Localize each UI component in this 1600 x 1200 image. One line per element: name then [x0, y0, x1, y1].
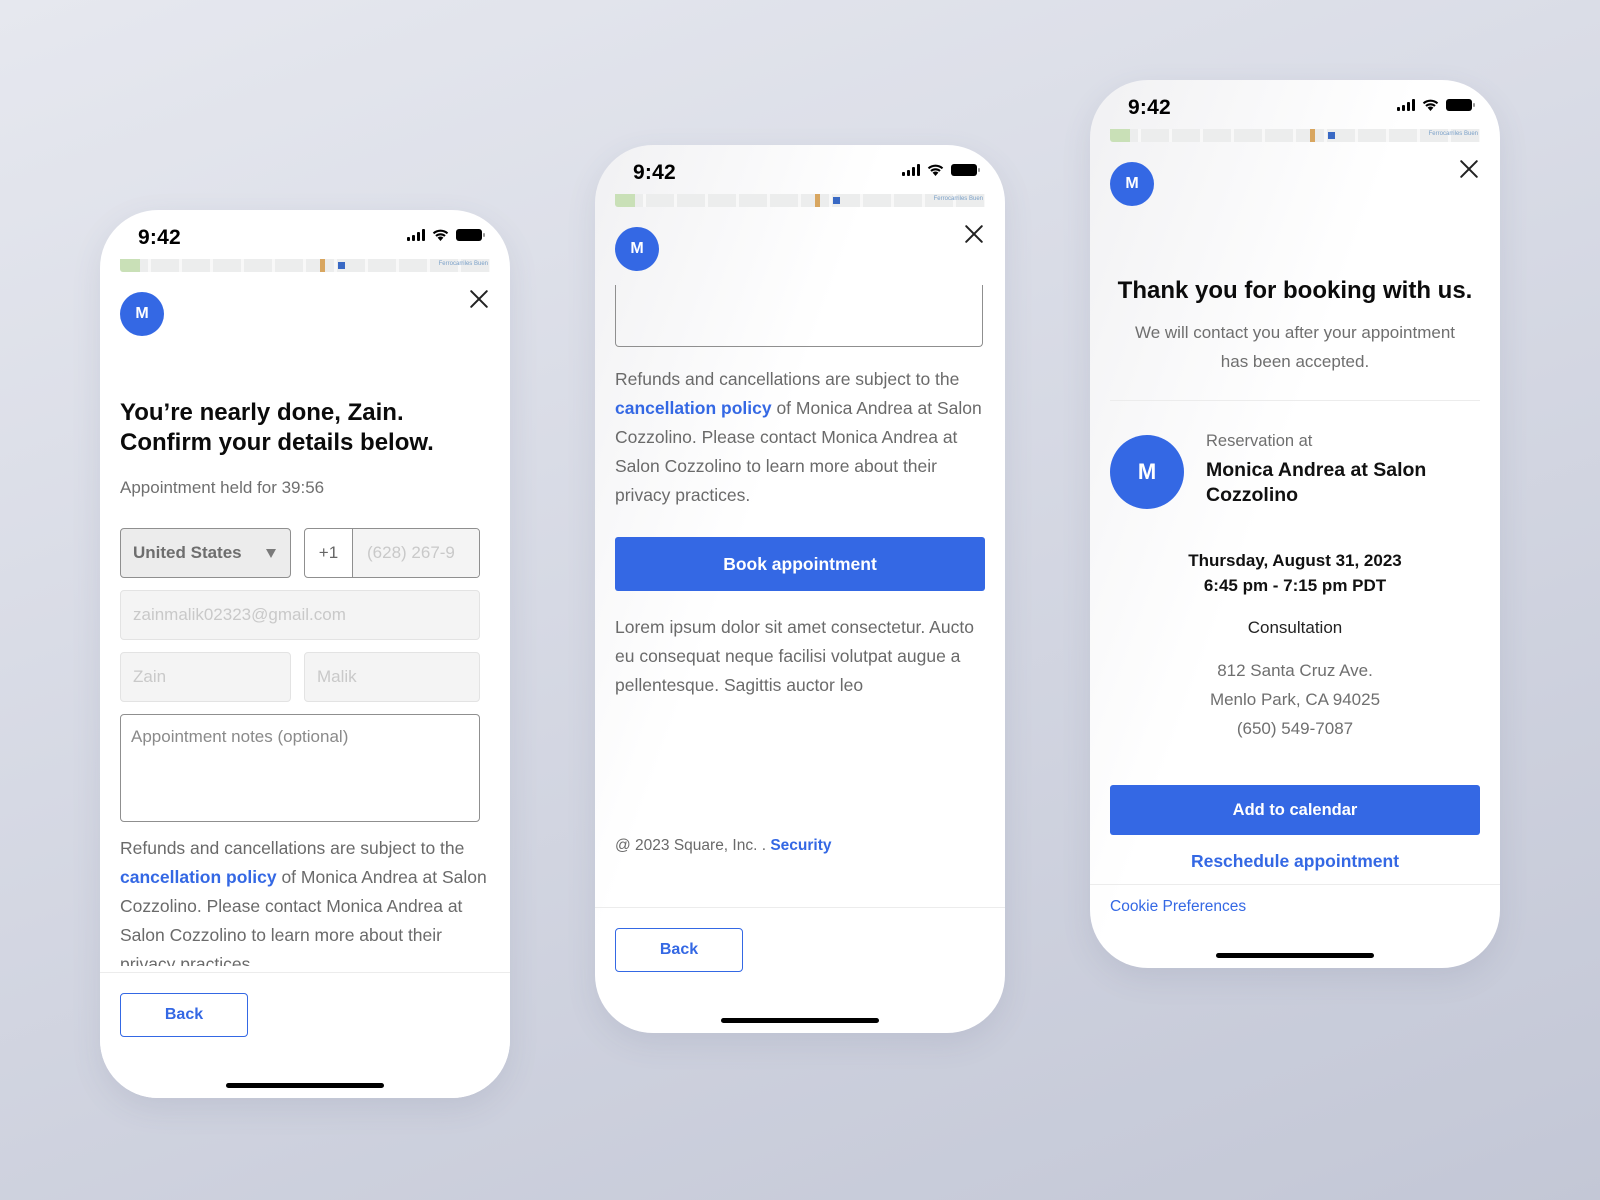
map-preview: Ferrocarriles Buen [615, 194, 985, 207]
policy-prefix: Refunds and cancellations are subject to… [120, 838, 465, 858]
wifi-icon [927, 164, 944, 176]
phone-input[interactable]: (628) 267-9 [353, 529, 479, 577]
cookie-preferences-link[interactable]: Cookie Preferences [1110, 898, 1480, 916]
merchant-avatar: M [1110, 162, 1154, 206]
cancellation-policy-link[interactable]: cancellation policy [615, 398, 772, 418]
cancellation-policy-text: Refunds and cancellations are subject to… [615, 365, 985, 510]
cancellation-policy-link[interactable]: cancellation policy [120, 867, 277, 887]
dropdown-arrow-icon [266, 549, 276, 558]
map-preview: Ferrocarriles Buen [120, 259, 490, 272]
home-indicator [721, 1018, 879, 1023]
hold-timer: Appointment held for 39:56 [120, 478, 325, 497]
last-name-field[interactable]: Malik [304, 652, 480, 702]
heading-line-1: You’re nearly done, Zain. [120, 399, 404, 426]
reschedule-link[interactable]: Reschedule appointment [1110, 851, 1480, 872]
cellular-signal-icon [902, 164, 920, 176]
appointment-date: Thursday, August 31, 2023 [1188, 551, 1402, 570]
phone-country-code[interactable]: +1 [305, 529, 353, 577]
status-bar: 9:42 [100, 210, 510, 260]
page-heading: You’re nearly done, Zain. Confirm your d… [120, 398, 490, 458]
confirmation-title: Thank you for booking with us. [1117, 277, 1473, 304]
cellular-signal-icon [1397, 99, 1415, 111]
business-address: 812 Santa Cruz Ave. Menlo Park, CA 94025… [1110, 656, 1480, 743]
back-button[interactable]: Back [120, 993, 248, 1037]
battery-icon [951, 164, 980, 176]
security-link[interactable]: Security [770, 837, 831, 854]
wifi-icon [1422, 99, 1439, 111]
back-button[interactable]: Back [615, 928, 743, 972]
appointment-notes-textarea[interactable]: Appointment notes (optional) [120, 714, 480, 822]
appointment-datetime: Thursday, August 31, 2023 6:45 pm - 7:15… [1110, 548, 1480, 598]
map-label: Ferrocarriles Buen [438, 261, 488, 267]
close-icon[interactable] [468, 288, 490, 310]
phone-screen-confirm-details: 9:42 Ferrocarriles Buen M You’re nearly … [100, 210, 510, 1098]
appointment-notes-textarea[interactable] [615, 285, 983, 347]
map-preview: Ferrocarriles Buen [1110, 129, 1480, 142]
business-name: Monica Andrea at Salon Cozzolino [1206, 459, 1427, 506]
reservation-label: Reservation at [1206, 432, 1313, 450]
appointment-time: 6:45 pm - 7:15 pm PDT [1203, 576, 1387, 595]
merchant-avatar: M [120, 292, 164, 336]
merchant-avatar-large: M [1110, 435, 1184, 509]
close-icon[interactable] [1458, 158, 1480, 180]
phone-screen-confirmation: 9:42 Ferrocarriles Buen M Thank you for … [1090, 80, 1500, 968]
cancellation-policy-text: Refunds and cancellations are subject to… [120, 834, 490, 966]
close-icon[interactable] [963, 223, 985, 245]
email-field[interactable]: zainmalik02323@gmail.com [120, 590, 480, 640]
cellular-signal-icon [407, 229, 425, 241]
heading-line-2: Confirm your details below. [120, 429, 434, 456]
status-bar: 9:42 [1090, 80, 1500, 130]
country-select[interactable]: United States [120, 528, 291, 578]
home-indicator [1216, 953, 1374, 958]
country-select-value: United States [133, 543, 242, 562]
first-name-field[interactable]: Zain [120, 652, 291, 702]
bottom-bar: Back [100, 972, 510, 1098]
status-time: 9:42 [1128, 96, 1171, 119]
battery-icon [1446, 99, 1475, 111]
policy-prefix: Refunds and cancellations are subject to… [615, 369, 960, 389]
add-to-calendar-button[interactable]: Add to calendar [1110, 785, 1480, 835]
divider [1090, 884, 1500, 885]
footer-legal: @ 2023 Square, Inc. . Security [615, 837, 985, 855]
phone-screen-book: 9:42 Ferrocarriles Buen M Refunds and ca… [595, 145, 1005, 1033]
copyright-text: @ 2023 Square, Inc. . [615, 837, 767, 854]
confirmation-subtitle: We will contact you after your appointme… [1134, 323, 1455, 371]
phone-input-group[interactable]: +1 (628) 267-9 [304, 528, 480, 578]
bottom-bar: Back [595, 907, 1005, 1033]
status-time: 9:42 [138, 226, 181, 249]
business-phone: (650) 549-7087 [1236, 719, 1354, 738]
lorem-text: Lorem ipsum dolor sit amet consectetur. … [615, 617, 974, 695]
merchant-avatar: M [615, 227, 659, 271]
wifi-icon [432, 229, 449, 241]
battery-icon [456, 229, 485, 241]
book-appointment-button[interactable]: Book appointment [615, 537, 985, 591]
service-name: Consultation [1247, 618, 1343, 637]
address-line-1: 812 Santa Cruz Ave. [1217, 661, 1373, 680]
home-indicator [226, 1083, 384, 1088]
address-line-2: Menlo Park, CA 94025 [1209, 690, 1381, 709]
status-bar: 9:42 [595, 145, 1005, 195]
map-label: Ferrocarriles Buen [933, 196, 983, 202]
map-label: Ferrocarriles Buen [1428, 131, 1478, 137]
status-time: 9:42 [633, 161, 676, 184]
divider [1110, 400, 1480, 401]
